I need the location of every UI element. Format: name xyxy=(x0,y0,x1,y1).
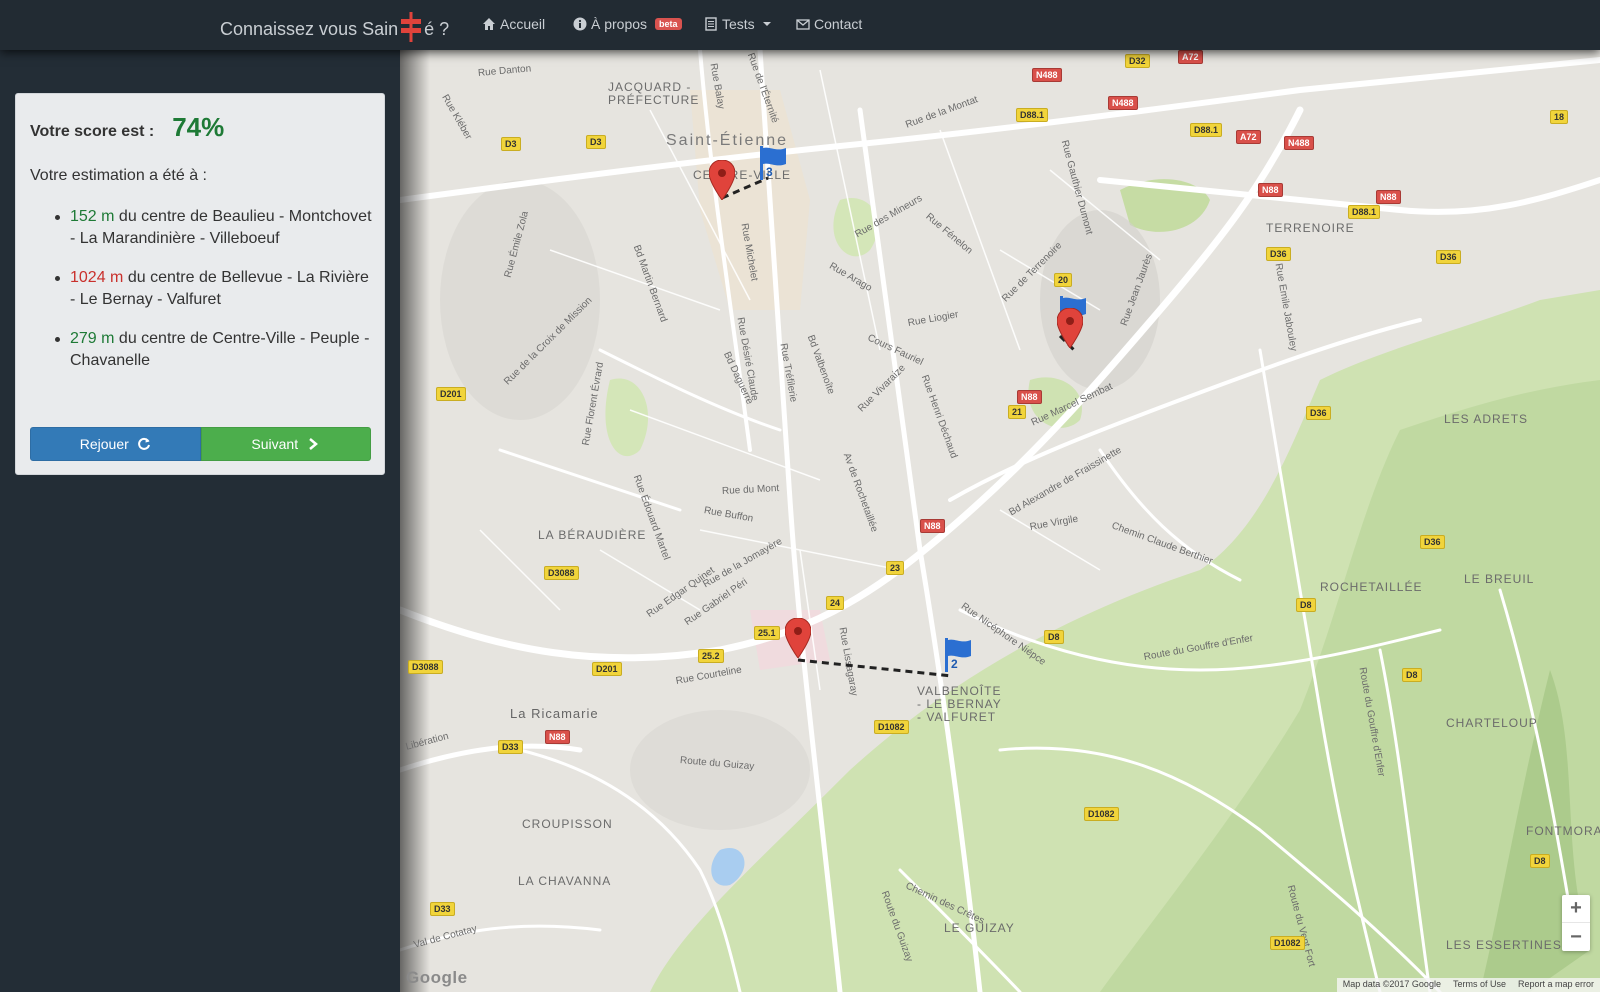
target-flag[interactable]: 3 xyxy=(758,146,788,185)
score-panel: Votre score est : 74% Votre estimation a… xyxy=(15,93,385,475)
zoom-out-button[interactable]: − xyxy=(1562,923,1590,951)
refresh-icon xyxy=(137,437,150,450)
guess-pin[interactable] xyxy=(1056,307,1084,353)
nav-tests-label: Tests xyxy=(722,16,755,32)
navbar: Connaissez vous Sain é ? Accueil À propo… xyxy=(0,0,1600,50)
result-text: du centre de Beaulieu - Montchovet - La … xyxy=(70,208,372,247)
replay-label: Rejouer xyxy=(79,436,129,452)
brand-prefix: Connaissez vous Sain xyxy=(220,18,399,39)
result-item: 279 m du centre de Centre-Ville - Peuple… xyxy=(30,328,375,372)
guess-pin[interactable] xyxy=(708,159,736,205)
chevron-right-icon xyxy=(309,438,319,450)
results-list: 152 m du centre de Beaulieu - Montchovet… xyxy=(30,206,375,389)
nav-about-label: À propos xyxy=(591,16,648,32)
flag-number: 3 xyxy=(766,165,773,179)
nav-home[interactable]: Accueil xyxy=(482,16,545,32)
guess-pin[interactable] xyxy=(784,617,812,663)
result-text: du centre de Centre-Ville - Peuple - Cha… xyxy=(70,330,370,369)
next-label: Suivant xyxy=(251,436,299,452)
nav-contact-label: Contact xyxy=(814,16,863,32)
action-buttons: Rejouer Suivant xyxy=(30,427,371,461)
result-distance: 279 m xyxy=(70,330,115,347)
nav-about[interactable]: À propos beta xyxy=(573,16,682,32)
score-value: 74% xyxy=(172,112,225,142)
report-error-link[interactable]: Report a map error xyxy=(1518,979,1594,991)
result-distance: 1024 m xyxy=(70,269,124,286)
connection-line-2 xyxy=(797,658,953,678)
result-item: 152 m du centre de Beaulieu - Montchovet… xyxy=(30,206,375,250)
score-line: Votre score est : 74% xyxy=(30,112,224,143)
estimate-label: Votre estimation a été à : xyxy=(30,167,207,184)
target-flag[interactable]: 2 xyxy=(943,638,973,677)
home-icon xyxy=(483,18,495,30)
replay-button[interactable]: Rejouer xyxy=(30,427,201,461)
result-distance: 152 m xyxy=(70,208,115,225)
terms-link[interactable]: Terms of Use xyxy=(1453,979,1506,991)
envelope-icon xyxy=(796,19,810,30)
sidebar: Votre score est : 74% Votre estimation a… xyxy=(0,50,400,992)
brand-title[interactable]: Connaissez vous Sain é ? xyxy=(220,12,450,42)
score-label: Votre score est : xyxy=(30,123,155,140)
caret-down-icon xyxy=(762,22,771,26)
map-data-credit: Map data ©2017 Google xyxy=(1342,979,1441,989)
zoom-control: + − xyxy=(1562,895,1590,951)
nav-contact[interactable]: Contact xyxy=(796,16,862,32)
connection-lines xyxy=(721,176,1078,678)
next-button[interactable]: Suivant xyxy=(200,427,371,461)
google-logo: Google xyxy=(406,968,468,987)
nav-tests-dropdown[interactable]: Tests xyxy=(704,16,771,32)
result-item: 1024 m du centre de Bellevue - La Rivièr… xyxy=(30,267,375,311)
brand-suffix: é ? xyxy=(424,18,450,39)
map-attribution: Map data ©2017 Google Terms of Use Repor… xyxy=(1336,978,1600,992)
signpost-icon xyxy=(401,12,422,42)
flag-number: 2 xyxy=(951,657,958,671)
list-icon xyxy=(705,17,717,31)
nav-home-label: Accueil xyxy=(500,16,546,32)
map-canvas[interactable]: JACQUARD - PRÉFECTURE Saint-Étienne CENT… xyxy=(400,50,1600,992)
zoom-in-button[interactable]: + xyxy=(1562,895,1590,923)
info-icon xyxy=(573,17,587,31)
beta-badge: beta xyxy=(655,18,682,30)
